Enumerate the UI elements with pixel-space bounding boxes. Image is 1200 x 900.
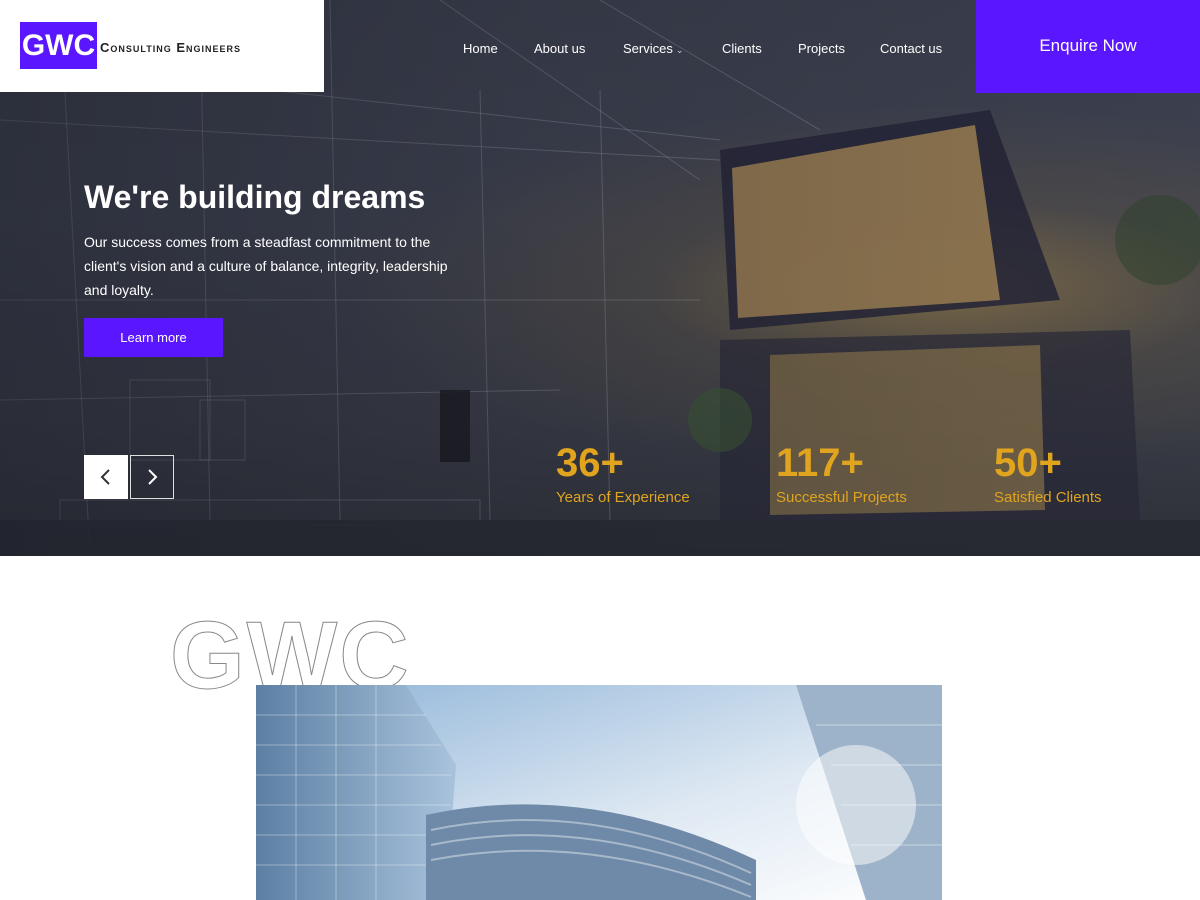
chevron-left-icon: [100, 469, 110, 485]
chevron-right-icon: [148, 469, 158, 485]
learn-more-button[interactable]: Learn more: [84, 318, 223, 357]
nav-item-services[interactable]: Services ⌄: [623, 41, 683, 56]
stat-value: 117+: [776, 441, 864, 485]
buildings-photo: [256, 685, 942, 900]
stat-experience: 36+ Years of Experience: [556, 440, 690, 506]
nav-item-contact[interactable]: Contact us: [880, 41, 942, 56]
nav-item-home[interactable]: Home: [463, 41, 498, 56]
nav-item-projects[interactable]: Projects: [798, 41, 845, 56]
buildings-image: [256, 685, 942, 900]
hero-title: We're building dreams: [84, 179, 426, 215]
nav-item-about[interactable]: About us: [534, 41, 585, 56]
stat-value: 50+: [994, 441, 1062, 485]
nav-item-clients[interactable]: Clients: [722, 41, 762, 56]
site-logo[interactable]: GWC Consulting Engineers: [0, 0, 324, 92]
stat-projects: 117+ Successful Projects: [776, 440, 907, 506]
stat-label: Successful Projects: [776, 489, 907, 506]
stat-value: 36+: [556, 441, 624, 485]
stat-label: Satisfied Clients: [994, 489, 1102, 506]
stat-clients: 50+ Satisfied Clients: [994, 440, 1102, 506]
logo-mark: GWC: [20, 22, 97, 69]
enquire-now-button[interactable]: Enquire Now: [976, 0, 1200, 93]
hero-description: Our success comes from a steadfast commi…: [84, 234, 448, 298]
stat-label: Years of Experience: [556, 489, 690, 506]
chevron-down-icon: ⌄: [675, 45, 684, 55]
logo-text: Consulting Engineers: [100, 40, 242, 55]
slider-next-button[interactable]: [130, 455, 174, 499]
slider-prev-button[interactable]: [84, 455, 128, 499]
nav-item-services-label: Services: [623, 41, 673, 56]
